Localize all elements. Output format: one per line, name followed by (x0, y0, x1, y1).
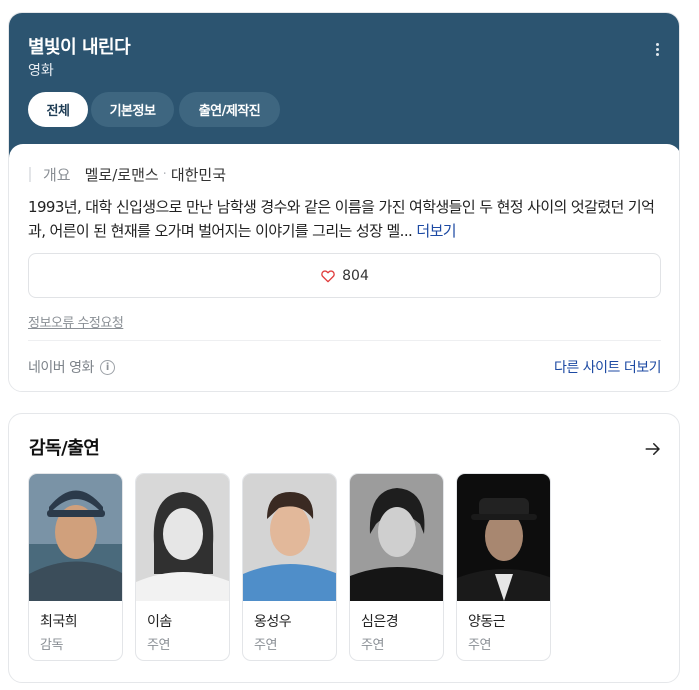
other-sites-link[interactable]: 다른 사이트 더보기 (554, 357, 661, 377)
overview-row: 개요 멜로/로맨스 · 대한민국 (29, 164, 226, 185)
separator-dot: · (162, 167, 167, 182)
source: 네이버 영화 i (28, 357, 115, 377)
person-card[interactable]: 양동근 주연 (456, 473, 551, 661)
more-vertical-icon[interactable] (645, 37, 669, 61)
cast-section-title: 감독/출연 (29, 438, 100, 459)
person-photo (29, 474, 122, 601)
person-name: 양동근 (468, 614, 506, 630)
like-count: 804 (342, 267, 369, 284)
overview-label: 개요 (43, 166, 71, 184)
person-photo (243, 474, 336, 601)
divider (28, 340, 661, 341)
person-role: 주연 (254, 638, 277, 653)
person-name: 옹성우 (254, 614, 292, 630)
movie-title[interactable]: 별빛이 내린다 (28, 33, 131, 59)
overview-bar (29, 167, 31, 182)
person-card[interactable]: 최국희 감독 (28, 473, 123, 661)
heart-icon (321, 269, 335, 282)
cast-card: 감독/출연 최국희 감독 이솜 주연 옹성우 주연 심은경 주연 양동근 주연 (8, 413, 680, 683)
synopsis: 1993년, 대학 신입생으로 만난 남학생 경수와 같은 이름을 가진 여학생… (28, 195, 663, 243)
person-role: 주연 (147, 638, 170, 653)
like-button[interactable]: 804 (28, 253, 661, 298)
genre: 멜로/로맨스 (84, 166, 159, 184)
person-name: 이솜 (147, 614, 172, 630)
info-icon[interactable]: i (99, 359, 115, 375)
arrow-right-icon[interactable] (644, 440, 662, 458)
info-body: 개요 멜로/로맨스 · 대한민국 1993년, 대학 신입생으로 만난 남학생 … (9, 144, 679, 391)
country: 대한민국 (170, 166, 227, 184)
person-card[interactable]: 옹성우 주연 (242, 473, 337, 661)
person-card[interactable]: 이솜 주연 (135, 473, 230, 661)
movie-info-card: 별빛이 내린다 영화 전체 기본정보 출연/제작진 개요 멜로/로맨스 · 대한… (8, 12, 680, 392)
person-role: 감독 (40, 638, 63, 653)
tab-cast-crew[interactable]: 출연/제작진 (179, 92, 280, 127)
report-error-link[interactable]: 정보오류 수정요청 (28, 312, 124, 331)
source-label: 네이버 영화 (28, 360, 94, 376)
person-card[interactable]: 심은경 주연 (349, 473, 444, 661)
cast-list: 최국희 감독 이솜 주연 옹성우 주연 심은경 주연 양동근 주연 (28, 473, 551, 661)
person-role: 주연 (468, 638, 491, 653)
tab-basic-info[interactable]: 기본정보 (91, 92, 174, 127)
movie-header: 별빛이 내린다 영화 전체 기본정보 출연/제작진 (9, 13, 679, 158)
person-photo (457, 474, 550, 601)
person-name: 심은경 (361, 614, 399, 630)
person-photo (350, 474, 443, 601)
synopsis-more-link[interactable]: 더보기 (416, 222, 456, 240)
synopsis-text: 1993년, 대학 신입생으로 만난 남학생 경수와 같은 이름을 가진 여학생… (28, 198, 655, 240)
movie-category: 영화 (28, 63, 54, 79)
person-role: 주연 (361, 638, 384, 653)
person-name: 최국희 (40, 614, 78, 630)
person-photo (136, 474, 229, 601)
tab-all[interactable]: 전체 (28, 92, 88, 127)
